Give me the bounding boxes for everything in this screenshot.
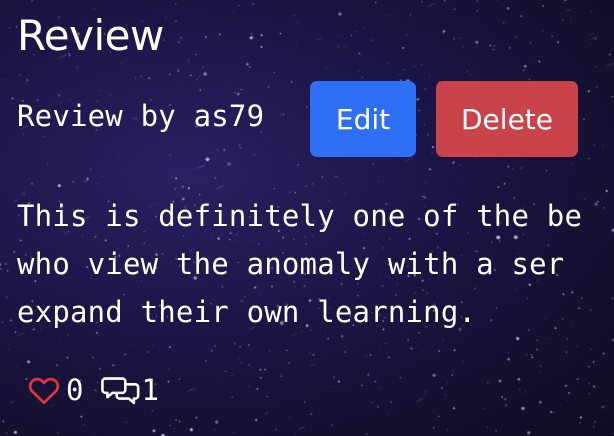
review-stats: 0 1 [26,368,159,412]
heart-icon[interactable] [26,372,62,408]
page-title: Review [17,11,164,60]
delete-button[interactable]: Delete [436,81,578,157]
comment-count: 1 [141,373,159,407]
like-count: 0 [66,373,84,407]
edit-button[interactable]: Edit [310,81,416,157]
comment-stat[interactable]: 1 [101,368,159,412]
comments-icon[interactable] [101,372,140,408]
review-author: Review by as79 [17,99,265,133]
review-body: This is definitely one of the be who vie… [17,199,583,329]
like-button[interactable]: 0 [26,368,83,412]
review-card: Review Review by as79 Edit Delete This i… [0,0,614,436]
